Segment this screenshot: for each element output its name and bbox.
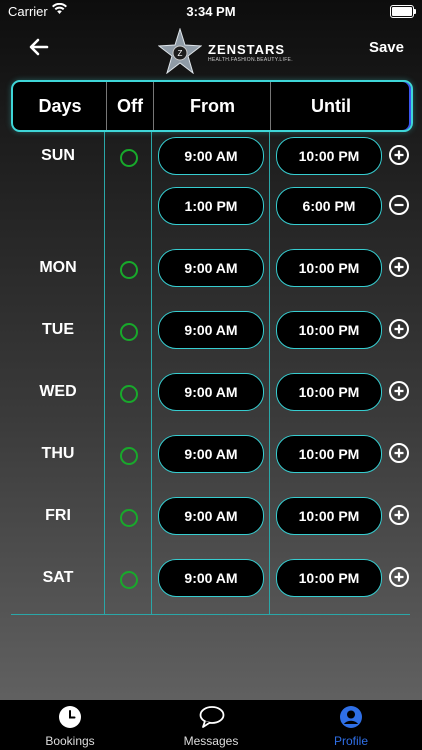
off-column-header: Off bbox=[117, 96, 143, 116]
tab-label-profile: Profile bbox=[333, 734, 368, 748]
from-time-thu[interactable]: 9:00 AM bbox=[158, 435, 264, 473]
user-icon bbox=[340, 706, 362, 728]
column-divider bbox=[269, 132, 270, 615]
day-label-thu: THU bbox=[41, 445, 75, 462]
battery-icon bbox=[390, 5, 416, 18]
add-slot-icon[interactable] bbox=[389, 257, 409, 277]
add-slot-icon[interactable] bbox=[389, 443, 409, 463]
from-time-fri[interactable]: 9:00 AM bbox=[158, 497, 264, 535]
back-arrow-icon[interactable] bbox=[26, 34, 52, 60]
add-slot-icon[interactable] bbox=[389, 319, 409, 339]
off-toggle-tue[interactable] bbox=[120, 323, 138, 341]
off-toggle-thu[interactable] bbox=[120, 447, 138, 465]
days-column-header: Days bbox=[38, 96, 82, 116]
brand-tagline: HEALTH.FASHION.BEAUTY.LIFE. bbox=[208, 57, 293, 63]
logo-letter: Z bbox=[178, 49, 183, 58]
tab-label-bookings: Bookings bbox=[45, 734, 95, 748]
until-column-header: Until bbox=[311, 96, 351, 116]
until-time-wed[interactable]: 10:00 PM bbox=[276, 373, 382, 411]
day-label-tue: TUE bbox=[42, 321, 74, 338]
from-time-tue[interactable]: 9:00 AM bbox=[158, 311, 264, 349]
until-time-tue[interactable]: 10:00 PM bbox=[276, 311, 382, 349]
from-time-mon[interactable]: 9:00 AM bbox=[158, 249, 264, 287]
tab-bookings[interactable]: Bookings bbox=[0, 700, 140, 750]
chat-bubble-icon bbox=[199, 706, 225, 728]
until-time-sun-2[interactable]: 6:00 PM bbox=[276, 187, 382, 225]
column-divider bbox=[104, 132, 105, 615]
status-bar: Carrier 3:34 PM bbox=[0, 0, 422, 22]
until-time-thu[interactable]: 10:00 PM bbox=[276, 435, 382, 473]
from-column-header: From bbox=[190, 96, 235, 116]
off-toggle-sat[interactable] bbox=[120, 571, 138, 589]
from-time-sat[interactable]: 9:00 AM bbox=[158, 559, 264, 597]
clock-time: 3:34 PM bbox=[186, 4, 236, 19]
from-time-sun-2[interactable]: 1:00 PM bbox=[158, 187, 264, 225]
day-label-sat: SAT bbox=[42, 569, 74, 586]
from-time-wed[interactable]: 9:00 AM bbox=[158, 373, 264, 411]
table-bottom-rule bbox=[11, 614, 410, 615]
day-label-fri: FRI bbox=[45, 507, 71, 524]
until-time-fri[interactable]: 10:00 PM bbox=[276, 497, 382, 535]
add-slot-icon[interactable] bbox=[389, 381, 409, 401]
clock-icon bbox=[59, 706, 81, 728]
brand-name: ZENSTARS bbox=[208, 42, 286, 57]
until-time-sun-1[interactable]: 10:00 PM bbox=[276, 137, 382, 175]
column-divider bbox=[151, 132, 152, 615]
add-slot-icon[interactable] bbox=[389, 505, 409, 525]
off-toggle-sun[interactable] bbox=[120, 149, 138, 167]
remove-slot-icon[interactable] bbox=[389, 195, 409, 215]
from-time-sun-1[interactable]: 9:00 AM bbox=[158, 137, 264, 175]
add-slot-icon[interactable] bbox=[389, 567, 409, 587]
tab-profile[interactable]: Profile bbox=[281, 700, 421, 750]
day-label-sun: SUN bbox=[41, 147, 75, 164]
nav-bar: Z ZENSTARS HEALTH.FASHION.BEAUTY.LIFE. S… bbox=[0, 24, 422, 76]
tab-messages[interactable]: Messages bbox=[141, 700, 281, 750]
save-button[interactable]: Save bbox=[369, 39, 404, 56]
schedule-header: Days Off From Until bbox=[11, 80, 413, 132]
off-toggle-wed[interactable] bbox=[120, 385, 138, 403]
off-toggle-fri[interactable] bbox=[120, 509, 138, 527]
zenstars-logo: Z ZENSTARS HEALTH.FASHION.BEAUTY.LIFE. bbox=[158, 28, 293, 74]
off-toggle-mon[interactable] bbox=[120, 261, 138, 279]
tab-bar: Bookings Messages Profile bbox=[0, 700, 422, 750]
star-logo-icon: Z bbox=[158, 28, 202, 74]
day-label-wed: WED bbox=[39, 383, 77, 400]
until-time-mon[interactable]: 10:00 PM bbox=[276, 249, 382, 287]
add-slot-icon[interactable] bbox=[389, 145, 409, 165]
day-label-mon: MON bbox=[39, 259, 77, 276]
tab-label-messages: Messages bbox=[183, 734, 239, 748]
until-time-sat[interactable]: 10:00 PM bbox=[276, 559, 382, 597]
